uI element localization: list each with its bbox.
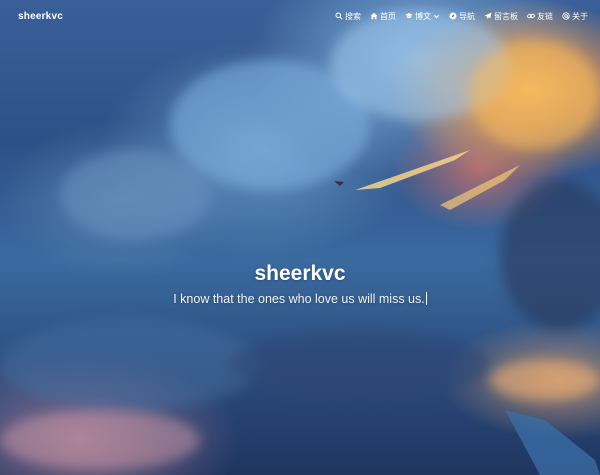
nav-posts-dropdown[interactable]: 博文 [405,11,440,22]
nav-home-link[interactable]: 首页 [370,11,396,22]
compass-icon [449,12,457,20]
nav-search-link[interactable]: 搜索 [335,11,361,22]
nav-label: 友链 [537,11,553,21]
nav-label: 首页 [380,11,396,21]
site-title: sheerkvc [254,262,346,285]
nav-label: 导航 [459,11,475,21]
paper-plane-icon [484,12,492,19]
nav-guestbook-link[interactable]: 留言板 [484,11,518,22]
hero-banner: sheerkvc 搜索 首页 博文 导航 留言板 友链 关于 sheerkvc … [0,0,600,475]
nav-about-link[interactable]: 关于 [562,11,588,22]
at-icon [562,12,570,20]
site-subtitle: I know that the ones who love us will mi… [0,292,600,306]
chevron-down-icon [434,14,439,18]
nav-label: 搜索 [345,11,361,21]
painted-sky-accents [334,150,600,475]
typing-cursor [425,292,427,305]
nav-label: 博文 [415,11,431,21]
nav-friends-link[interactable]: 友链 [527,11,553,22]
nav-label: 关于 [572,11,588,21]
link-icon [527,13,535,19]
nav-menu: 搜索 首页 博文 导航 留言板 友链 关于 [335,11,588,22]
subtitle-text: I know that the ones who love us will mi… [173,292,425,306]
top-navbar: sheerkvc 搜索 首页 博文 导航 留言板 友链 关于 [0,0,600,32]
nav-label: 留言板 [494,11,518,21]
nav-guide-link[interactable]: 导航 [449,11,475,22]
home-icon [370,12,378,20]
graduation-cap-icon [405,13,413,19]
search-icon [335,12,343,20]
site-brand-link[interactable]: sheerkvc [18,11,63,22]
site-info: sheerkvc I know that the ones who love u… [0,262,600,306]
